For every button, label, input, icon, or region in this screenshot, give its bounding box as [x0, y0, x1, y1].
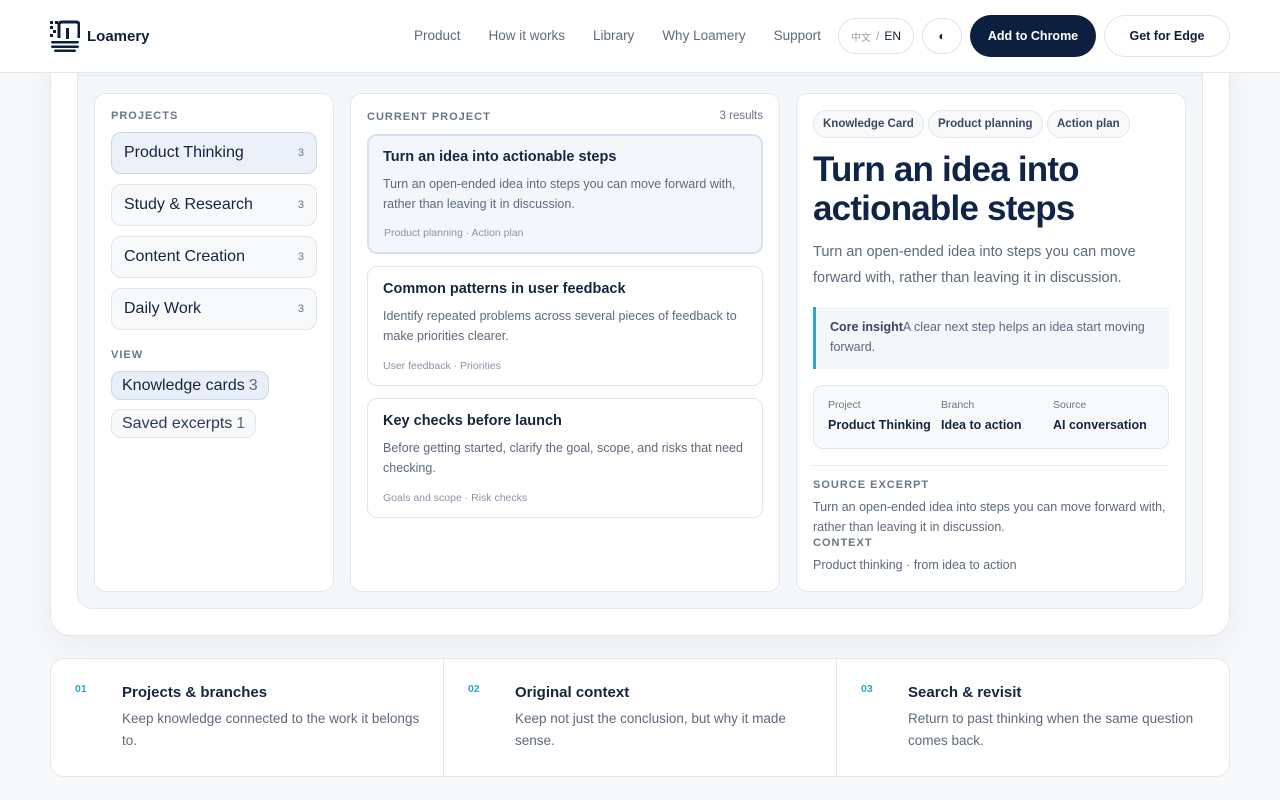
nav-link-library[interactable]: Library: [593, 28, 634, 43]
half-circle-icon: ◐: [938, 29, 946, 43]
card-title: Common patterns in user feedback: [383, 281, 626, 297]
view-option-count: 3: [248, 376, 258, 394]
card-metadata: Project Product Thinking Branch Idea to …: [813, 385, 1169, 449]
card-description: Turn an open-ended idea into steps you c…: [383, 177, 736, 211]
view-option-knowledge-cards[interactable]: Knowledge cards 3: [111, 371, 269, 400]
meta-label: Branch: [941, 399, 975, 411]
tag-knowledge-card[interactable]: Knowledge Card: [813, 110, 924, 138]
project-item-daily-work[interactable]: Daily Work 3: [111, 288, 317, 330]
tag-action-plan[interactable]: Action plan: [1047, 110, 1130, 138]
feature-title: Search & revisit: [908, 684, 1022, 701]
card-meta: Product planning · Action plan: [384, 227, 524, 239]
meta-branch: Branch Idea to action: [941, 399, 1022, 432]
project-count: 3: [297, 303, 304, 315]
language-option-english[interactable]: EN: [884, 29, 901, 43]
card-title: Turn an idea into actionable steps: [383, 149, 617, 165]
view-label: VIEW: [111, 349, 144, 361]
context-text: Product thinking · from idea to action: [813, 558, 1017, 572]
language-separator: /: [875, 29, 880, 43]
project-item-product-thinking[interactable]: Product Thinking 3: [111, 132, 317, 174]
meta-source: Source AI conversation: [1053, 399, 1147, 432]
card-description: Before getting started, clarify the goal…: [383, 441, 743, 475]
nav-link-why-loamery[interactable]: Why Loamery: [662, 28, 745, 43]
card-meta: Goals and scope · Risk checks: [383, 492, 528, 504]
core-insight-label: Core insight: [830, 320, 903, 334]
meta-value: Product Thinking: [828, 418, 931, 432]
current-project-label: CURRENT PROJECT: [367, 111, 491, 123]
meta-label: Project: [828, 399, 861, 411]
project-name: Product Thinking: [124, 144, 244, 161]
card-description: Identify repeated problems across severa…: [383, 309, 737, 343]
project-name: Daily Work: [124, 300, 202, 317]
get-for-edge-button[interactable]: Get for Edge: [1104, 15, 1230, 57]
meta-project: Project Product Thinking: [828, 399, 931, 432]
detail-title: Turn an idea into actionable steps: [813, 150, 1080, 228]
language-option-chinese[interactable]: 中文: [851, 29, 871, 44]
project-item-study-research[interactable]: Study & Research 3: [111, 184, 317, 226]
card-title: Key checks before launch: [383, 413, 562, 429]
theme-toggle-button[interactable]: ◐: [922, 18, 962, 54]
context-label: CONTEXT: [813, 537, 873, 549]
feature-description: Keep knowledge connected to the work it …: [122, 711, 420, 748]
view-option-saved-excerpts[interactable]: Saved excerpts 1: [111, 409, 257, 438]
nav-link-how-it-works[interactable]: How it works: [489, 28, 566, 43]
knowledge-card[interactable]: Turn an idea into actionable steps Turn …: [367, 134, 763, 254]
features-strip: 01 Projects & branches Keep knowledge co…: [50, 658, 1230, 777]
feature-title: Original context: [515, 684, 630, 701]
loamery-logo-icon: [50, 20, 80, 52]
main-nav: Product How it works Library Why Loamery…: [400, 28, 835, 43]
feature-number: 03: [861, 683, 873, 695]
app-window-divider: [78, 75, 1202, 76]
project-item-content-creation[interactable]: Content Creation 3: [111, 236, 317, 278]
project-count: 3: [297, 199, 304, 211]
feature-projects-branches: 01 Projects & branches Keep knowledge co…: [51, 659, 444, 776]
feature-number: 02: [468, 683, 480, 695]
current-project-panel: CURRENT PROJECT 3 results Turn an idea i…: [350, 93, 780, 592]
meta-value: AI conversation: [1053, 418, 1147, 432]
nav-link-support[interactable]: Support: [774, 28, 821, 43]
knowledge-card[interactable]: Key checks before launch Before getting …: [367, 398, 763, 518]
feature-number: 01: [75, 683, 87, 695]
detail-summary: Turn an open-ended idea into steps you c…: [813, 244, 1136, 286]
knowledge-card[interactable]: Common patterns in user feedback Identif…: [367, 266, 763, 386]
core-insight-callout: Core insightA clear next step helps an i…: [813, 307, 1169, 369]
detail-divider: [813, 465, 1169, 466]
feature-original-context: 02 Original context Keep not just the co…: [444, 659, 837, 776]
tag-product-planning[interactable]: Product planning: [928, 110, 1043, 138]
source-excerpt-label: SOURCE EXCERPT: [813, 479, 930, 491]
feature-title: Projects & branches: [122, 684, 268, 701]
brand[interactable]: Loamery: [50, 20, 150, 52]
top-navigation-bar: Loamery Product How it works Library Why…: [0, 0, 1280, 73]
card-meta: User feedback · Priorities: [383, 360, 501, 372]
language-switcher[interactable]: 中文 / EN: [838, 18, 914, 54]
view-option-name: Saved excerpts: [122, 414, 233, 432]
feature-search-revisit: 03 Search & revisit Return to past think…: [837, 659, 1229, 776]
card-detail-panel: Knowledge Card Product planning Action p…: [796, 93, 1186, 592]
meta-label: Source: [1053, 399, 1087, 411]
source-excerpt-text: Turn an open-ended idea into steps you c…: [813, 500, 1166, 534]
meta-value: Idea to action: [941, 418, 1022, 432]
projects-label: PROJECTS: [111, 110, 179, 122]
nav-link-product[interactable]: Product: [414, 28, 461, 43]
project-count: 3: [297, 147, 304, 159]
projects-panel: PROJECTS Product Thinking 3 Study & Rese…: [94, 93, 334, 592]
project-count: 3: [297, 251, 304, 263]
feature-description: Return to past thinking when the same qu…: [908, 711, 1194, 748]
results-count: 3 results: [719, 110, 763, 122]
brand-name: Loamery: [87, 27, 150, 45]
project-name: Study & Research: [124, 196, 253, 213]
add-to-chrome-button[interactable]: Add to Chrome: [970, 15, 1096, 57]
view-option-count: 1: [236, 414, 246, 432]
view-option-name: Knowledge cards: [122, 376, 245, 394]
feature-description: Keep not just the conclusion, but why it…: [515, 711, 786, 748]
project-name: Content Creation: [124, 248, 245, 265]
